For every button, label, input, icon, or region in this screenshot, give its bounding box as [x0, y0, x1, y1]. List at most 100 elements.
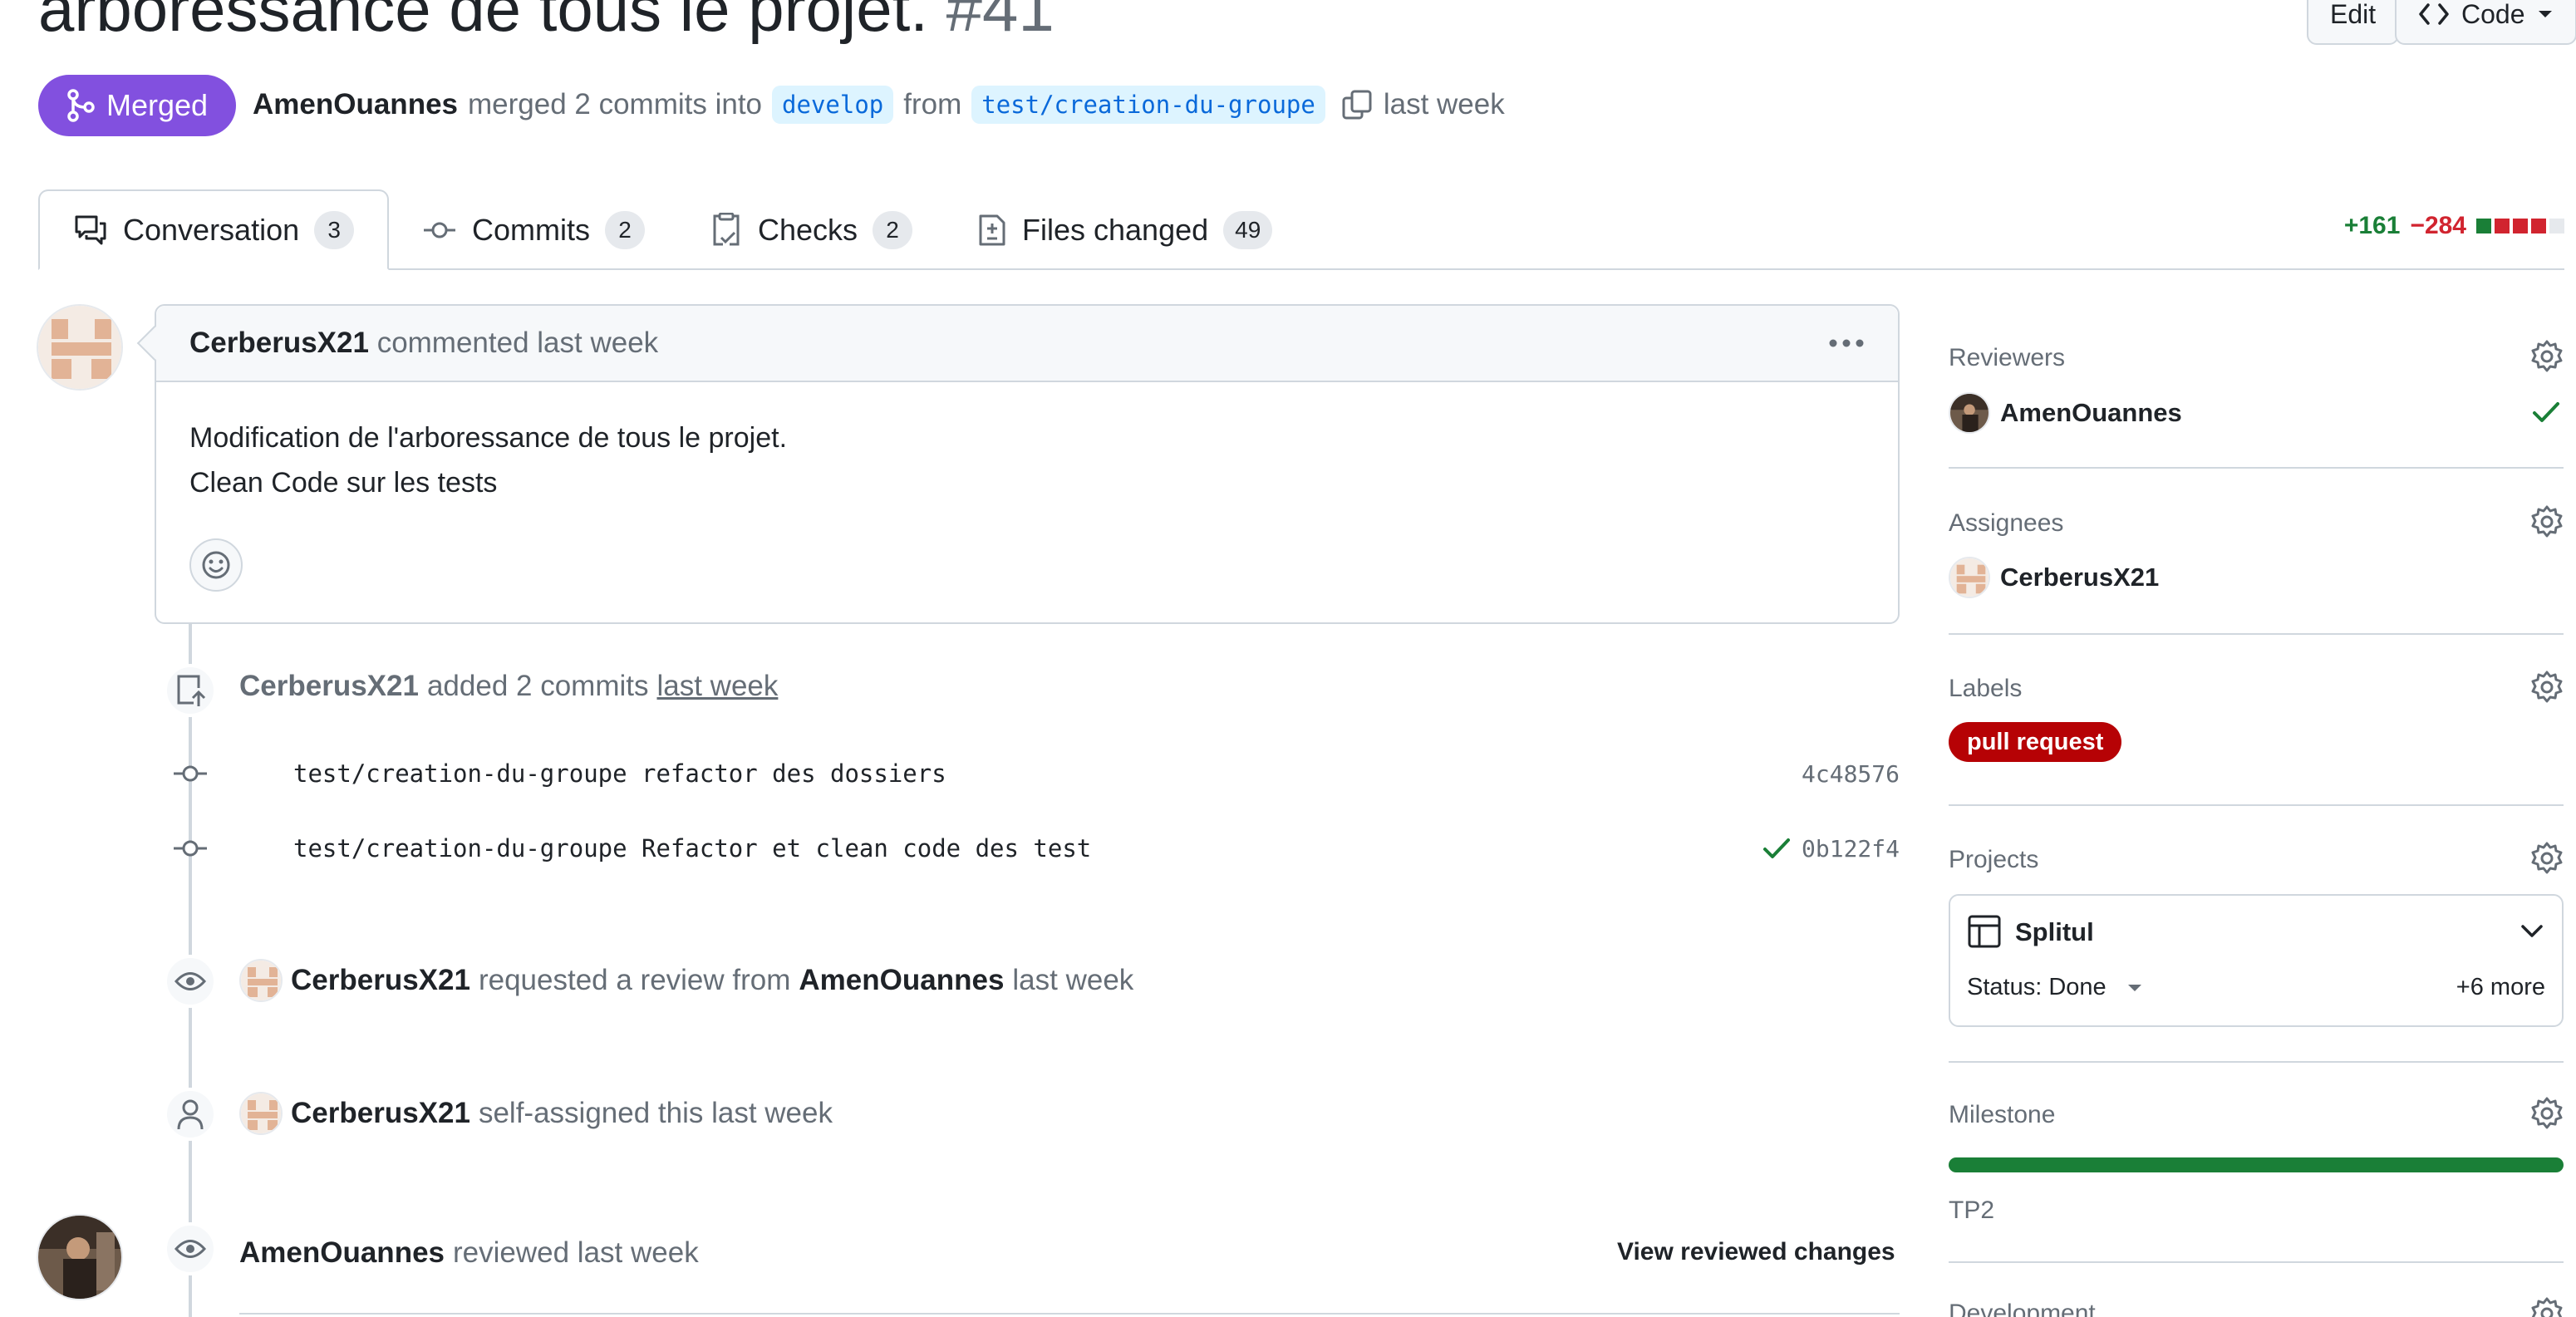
self-assigned-event: CerberusX21 self-assigned this last week [239, 1092, 833, 1135]
tab-label: Files changed [1022, 212, 1209, 247]
file-diff-icon [977, 213, 1007, 248]
assignees-heading[interactable]: Assignees [1949, 509, 2063, 538]
edit-button[interactable]: Edit [2307, 0, 2400, 45]
event-author[interactable]: AmenOuannes [239, 1236, 445, 1270]
milestone-heading[interactable]: Milestone [1949, 1101, 2055, 1129]
merge-text: merged 2 commits into [468, 88, 763, 120]
event-author[interactable]: CerberusX21 [239, 670, 419, 703]
commit-node-icon [172, 761, 209, 786]
project-status-select[interactable]: Status: Done [1967, 974, 2151, 1001]
chevron-down-icon[interactable] [2520, 924, 2544, 939]
event-time-link[interactable]: last week [656, 670, 778, 703]
comment-header: CerberusX21 commented last week [156, 306, 1898, 382]
event-text: reviewed last week [453, 1236, 699, 1269]
pr-title-text: arboressance de tous le projet. [38, 0, 928, 45]
pr-number: #41 [946, 0, 1054, 45]
diff-block-add [2476, 219, 2491, 233]
view-reviewed-changes-button[interactable]: View reviewed changes [1617, 1238, 1895, 1266]
comment-box: CerberusX21 commented last week Modifica… [136, 304, 1900, 624]
commit-message-link[interactable]: test/creation-du-groupe refactor des dos… [293, 759, 946, 788]
avatar[interactable] [239, 1092, 283, 1135]
table-icon [1967, 914, 2002, 949]
deletions-count: −284 [2410, 212, 2466, 239]
tab-counter: 2 [873, 210, 913, 249]
tab-label: Conversation [123, 212, 300, 247]
diff-block-del [2495, 219, 2510, 233]
review-box-edge [239, 1313, 1900, 1317]
tab-label: Commits [472, 212, 590, 247]
sidebar-divider [1949, 467, 2564, 469]
gear-icon[interactable] [2529, 504, 2564, 539]
diffstat: +161 −284 [2344, 212, 2564, 240]
eye-icon [164, 955, 217, 1008]
projects-heading[interactable]: Projects [1949, 846, 2038, 874]
sidebar-divider [1949, 804, 2564, 806]
commit-message-link[interactable]: test/creation-du-groupe Refactor et clea… [293, 834, 1091, 862]
commit-node-icon [172, 836, 209, 861]
avatar[interactable] [37, 1214, 123, 1300]
reviewers-heading[interactable]: Reviewers [1949, 344, 2065, 372]
commit-icon [422, 218, 457, 243]
event-reviewer[interactable]: AmenOuannes [799, 964, 1004, 997]
reviewed-event: AmenOuannes reviewed last week [239, 1236, 699, 1270]
labels-heading[interactable]: Labels [1949, 675, 2022, 703]
kebab-menu-icon[interactable] [1828, 338, 1865, 348]
merge-author[interactable]: AmenOuannes [253, 88, 458, 121]
avatar[interactable] [239, 959, 283, 1002]
development-heading[interactable]: Development [1949, 1300, 2096, 1317]
merge-time: last week [1383, 88, 1505, 120]
eye-icon [164, 1222, 217, 1275]
from-text: from [903, 88, 962, 120]
avatar[interactable] [37, 304, 123, 391]
diff-block-neutral [2549, 219, 2564, 233]
tab-checks[interactable]: Checks 2 [678, 189, 946, 270]
label-pull-request[interactable]: pull request [1949, 722, 2122, 762]
event-author[interactable]: CerberusX21 [291, 964, 470, 997]
add-reaction-button[interactable] [189, 538, 243, 592]
tab-conversation[interactable]: Conversation 3 [38, 189, 390, 270]
checklist-icon [711, 212, 743, 248]
comment-body: Modification de l'arboressance de tous l… [156, 382, 1898, 505]
caret-down-icon [2537, 8, 2554, 20]
gear-icon[interactable] [2529, 1096, 2564, 1131]
copy-icon[interactable] [1340, 88, 1374, 121]
code-icon [2418, 2, 2450, 27]
reviewer-entry[interactable]: AmenOuannes [1949, 392, 2182, 434]
event-text: requested a review from [478, 964, 791, 996]
sidebar-divider [1949, 1061, 2564, 1063]
merge-summary: AmenOuannes merged 2 commits into develo… [253, 81, 1505, 128]
person-icon [164, 1088, 217, 1141]
project-status: Status: Done [1967, 974, 2107, 1000]
gear-icon[interactable] [2529, 841, 2564, 876]
check-icon[interactable] [1762, 836, 1792, 861]
head-branch[interactable]: test/creation-du-groupe [971, 86, 1325, 124]
review-requested-event: CerberusX21 requested a review from Amen… [239, 959, 1133, 1002]
gear-icon[interactable] [2529, 339, 2564, 374]
diff-block-del [2531, 219, 2546, 233]
tab-files-changed[interactable]: Files changed 49 [944, 189, 1305, 270]
commit-sha-link[interactable]: 0b122f4 [1802, 835, 1900, 862]
commits-added-event: CerberusX21 added 2 commits last week [239, 670, 778, 703]
gear-icon[interactable] [2529, 670, 2564, 705]
event-author[interactable]: CerberusX21 [291, 1097, 470, 1130]
repo-push-icon [164, 664, 217, 717]
pr-title: arboressance de tous le projet. #41 [38, 0, 1054, 50]
diff-block-del [2513, 219, 2528, 233]
code-button[interactable]: Code [2395, 0, 2576, 45]
tab-counter: 49 [1223, 210, 1273, 249]
project-more-link[interactable]: +6 more [2456, 974, 2545, 1001]
code-label: Code [2461, 0, 2525, 29]
assignee-name: CerberusX21 [2000, 563, 2160, 592]
commit-sha-link[interactable]: 4c48576 [1802, 760, 1900, 788]
project-card: Splitul Status: Done +6 more [1949, 894, 2564, 1027]
tab-commits[interactable]: Commits 2 [389, 189, 678, 270]
comment-action: commented last week [376, 327, 659, 359]
conversation-icon [73, 214, 108, 247]
caret-down-icon [2118, 982, 2151, 994]
project-name-link[interactable]: Splitul [2015, 917, 2094, 947]
comment-author[interactable]: CerberusX21 [189, 327, 369, 359]
base-branch[interactable]: develop [772, 86, 894, 124]
assignee-entry[interactable]: CerberusX21 [1949, 557, 2159, 598]
milestone-name-link[interactable]: TP2 [1949, 1197, 1994, 1225]
gear-icon[interactable] [2529, 1296, 2564, 1317]
